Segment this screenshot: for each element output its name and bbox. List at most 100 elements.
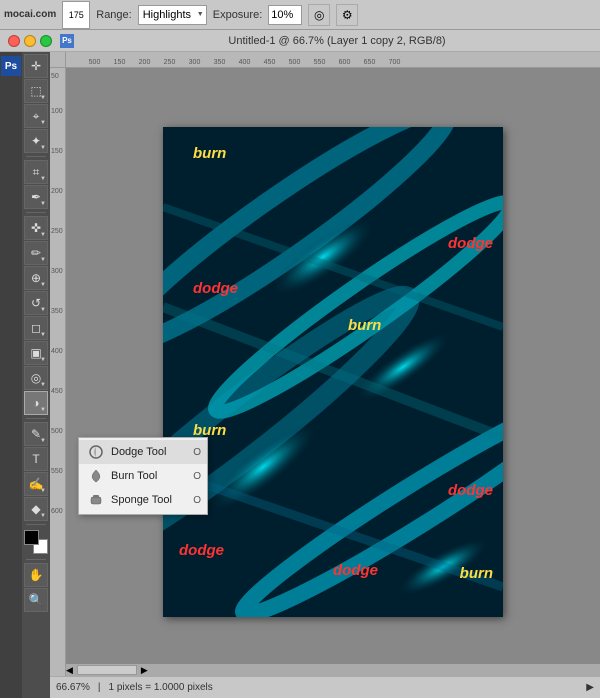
flyout-item-burn[interactable]: Burn Tool O (79, 464, 207, 488)
sponge-icon (87, 491, 105, 509)
magic-wand-tool[interactable]: ✦▼ (24, 129, 48, 153)
ruler-v-tick: 300 (51, 268, 63, 275)
zoom-tool[interactable]: 🔍 (24, 588, 48, 612)
flyout-shortcut-dodge: O (193, 447, 201, 458)
range-dropdown[interactable]: Highlights Midtones Shadows (138, 5, 207, 25)
ps-logo: Ps (1, 56, 21, 76)
ruler-h-tick: 650 (357, 59, 382, 67)
canvas-document[interactable]: burn dodge dodge burn burn dodge dodge d… (163, 127, 503, 617)
window-titlebar: Ps Untitled-1 @ 66.7% (Layer 1 copy 2, R… (0, 30, 600, 52)
ruler-v-tick: 400 (51, 348, 63, 355)
main-area: Ps ✛ ⬚▼ ⌖▼ ✦▼ ⌗▼ ✒▼ ✜▼ ✏▼ ⊕▼ ↺▼ ◻▼ ▣▼ ◎▼… (0, 52, 600, 698)
flyout-item-sponge[interactable]: Sponge Tool O (79, 488, 207, 512)
brush-tool[interactable]: ✏▼ (24, 241, 48, 265)
hand-tool[interactable]: ✋ (24, 563, 48, 587)
canvas-area: 500 150 200 250 300 350 400 450 500 550 … (50, 52, 600, 698)
range-label: Range: (96, 9, 131, 21)
ruler-h-tick: 250 (157, 59, 182, 67)
crop-tool[interactable]: ⌗▼ (24, 160, 48, 184)
tool-divider-2 (26, 212, 46, 213)
canvas-label-burn-2: burn (348, 317, 381, 334)
ruler-h-tick: 400 (232, 59, 257, 67)
close-button[interactable] (8, 35, 20, 47)
exposure-input[interactable] (268, 5, 302, 25)
canvas-label-dodge-4: dodge (179, 542, 224, 559)
ruler-h-tick: 300 (182, 59, 207, 67)
marquee-tool[interactable]: ⬚▼ (24, 79, 48, 103)
scroll-right-arrow[interactable]: ▶ (586, 682, 594, 693)
tool-divider-4 (26, 524, 46, 525)
canvas-image-area: burn dodge dodge burn burn dodge dodge d… (66, 68, 600, 676)
ruler-v-tick: 50 (51, 73, 59, 80)
ruler-v-tick: 600 (51, 508, 63, 515)
tool-divider-3 (26, 418, 46, 419)
scroll-thumb-h[interactable] (77, 665, 137, 675)
window-controls (8, 35, 52, 47)
eyedropper-tool[interactable]: ✒▼ (24, 185, 48, 209)
ruler-h-tick: 550 (307, 59, 332, 67)
ruler-h-tick: 700 (382, 59, 407, 67)
status-bar: 66.67% | 1 pixels = 1.0000 pixels ▶ (50, 676, 600, 698)
site-logo: mocai.com (4, 9, 56, 20)
canvas-label-burn-1: burn (193, 145, 226, 162)
lasso-tool[interactable]: ⌖▼ (24, 104, 48, 128)
ruler-v-tick: 150 (51, 148, 63, 155)
ruler-v-tick: 100 (51, 108, 63, 115)
tool-divider-1 (26, 156, 46, 157)
clone-tool[interactable]: ⊕▼ (24, 266, 48, 290)
foreground-color-swatch[interactable] (24, 530, 39, 545)
toolbox: ✛ ⬚▼ ⌖▼ ✦▼ ⌗▼ ✒▼ ✜▼ ✏▼ ⊕▼ ↺▼ ◻▼ ▣▼ ◎▼ ◑▼… (22, 52, 50, 698)
brush-preview-box: 175 (62, 1, 90, 29)
move-tool[interactable]: ✛ (24, 54, 48, 78)
range-dropdown-wrapper: Highlights Midtones Shadows (138, 5, 207, 25)
ruler-h-tick: 150 (107, 59, 132, 67)
scroll-arrow-left[interactable]: ◀ (66, 665, 73, 676)
flyout-item-dodge[interactable]: Dodge Tool O (79, 440, 207, 464)
extra-options-btn[interactable]: ⚙ (336, 4, 358, 26)
minimize-button[interactable] (24, 35, 36, 47)
status-divider: | (98, 682, 101, 693)
ruler-h-tick: 500 (282, 59, 307, 67)
scroll-arrow-right[interactable]: ▶ (141, 665, 148, 676)
ruler-v-tick: 350 (51, 308, 63, 315)
airbrush-toggle-btn[interactable]: ◎ (308, 4, 330, 26)
flyout-label-sponge: Sponge Tool (111, 494, 172, 506)
ruler-v-tick: 200 (51, 188, 63, 195)
canvas-label-dodge-2: dodge (193, 280, 238, 297)
ruler-h-tick: 600 (332, 59, 357, 67)
flyout-label-dodge: Dodge Tool (111, 446, 166, 458)
history-tool[interactable]: ↺▼ (24, 291, 48, 315)
type-tool[interactable]: T (24, 447, 48, 471)
ruler-h-tick: 450 (257, 59, 282, 67)
ruler-v-tick: 550 (51, 468, 63, 475)
exposure-label: Exposure: (213, 9, 263, 21)
flyout-label-burn: Burn Tool (111, 470, 157, 482)
canvas-label-dodge-5: dodge (333, 562, 378, 579)
canvas-label-dodge-1: dodge (448, 235, 493, 252)
pen-tool[interactable]: ✍▼ (24, 472, 48, 496)
pixel-status: 1 pixels = 1.0000 pixels (109, 682, 213, 693)
eraser-tool[interactable]: ◻▼ (24, 316, 48, 340)
ps-panel: Ps (0, 52, 22, 698)
ruler-v-tick: 500 (51, 428, 63, 435)
healing-tool[interactable]: ✜▼ (24, 216, 48, 240)
shape-tool[interactable]: ◆▼ (24, 497, 48, 521)
ruler-h-tick: 350 (207, 59, 232, 67)
flyout-shortcut-burn: O (193, 471, 201, 482)
ruler-vertical: 50 100 150 200 250 300 350 400 450 500 5… (50, 68, 66, 676)
blur-tool[interactable]: ◎▼ (24, 366, 48, 390)
horizontal-scrollbar[interactable]: ◀ ▶ (66, 664, 600, 676)
brush-size-value: 175 (69, 10, 84, 20)
ps-icon: Ps (60, 34, 74, 48)
burn-icon (87, 467, 105, 485)
tool-divider-5 (26, 559, 46, 560)
ruler-h-ticks: 500 150 200 250 300 350 400 450 500 550 … (66, 52, 407, 67)
ruler-h-tick: 200 (132, 59, 157, 67)
ruler-horizontal: 500 150 200 250 300 350 400 450 500 550 … (50, 52, 600, 68)
maximize-button[interactable] (40, 35, 52, 47)
gradient-tool[interactable]: ▣▼ (24, 341, 48, 365)
flyout-shortcut-sponge: O (193, 495, 201, 506)
dodge-tool[interactable]: ◑▼ (24, 391, 48, 415)
path-tool[interactable]: ✎▼ (24, 422, 48, 446)
color-swatches[interactable] (24, 530, 48, 554)
